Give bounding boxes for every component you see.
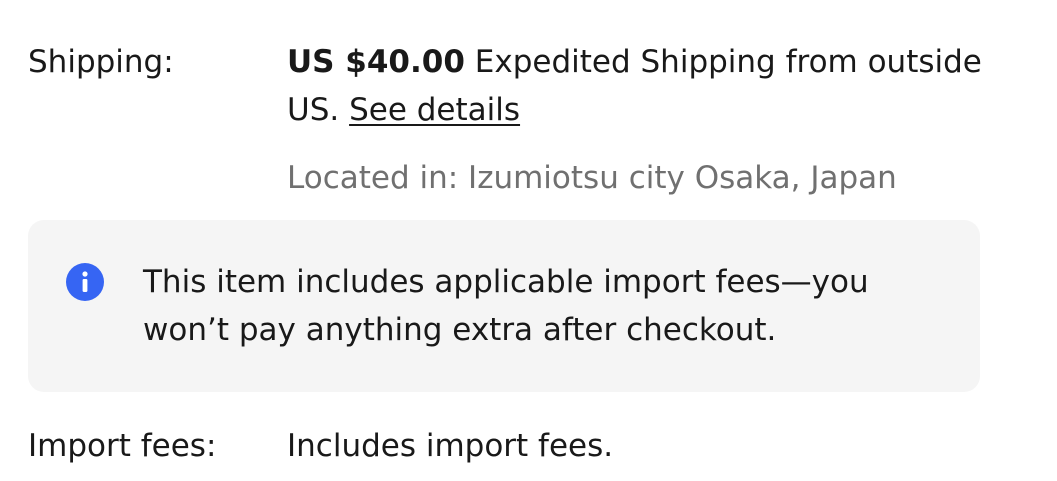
see-details-link[interactable]: See details bbox=[349, 92, 520, 128]
shipping-value: US $40.00 Expedited Shipping from outsid… bbox=[287, 38, 1007, 134]
shipping-label: Shipping: bbox=[28, 44, 174, 80]
import-fees-notice: This item includes applicable import fee… bbox=[28, 220, 980, 392]
shipping-row: Shipping: US $40.00 Expedited Shipping f… bbox=[28, 38, 1007, 134]
import-fees-row: Import fees: Includes import fees. bbox=[28, 422, 613, 470]
item-location: Located in: Izumiotsu city Osaka, Japan bbox=[287, 160, 897, 196]
notice-text: This item includes applicable import fee… bbox=[143, 264, 869, 348]
import-fees-value: Includes import fees. bbox=[287, 428, 614, 464]
info-icon bbox=[66, 263, 104, 301]
shipping-price: US $40.00 bbox=[287, 44, 465, 80]
import-fees-label: Import fees: bbox=[28, 428, 217, 464]
